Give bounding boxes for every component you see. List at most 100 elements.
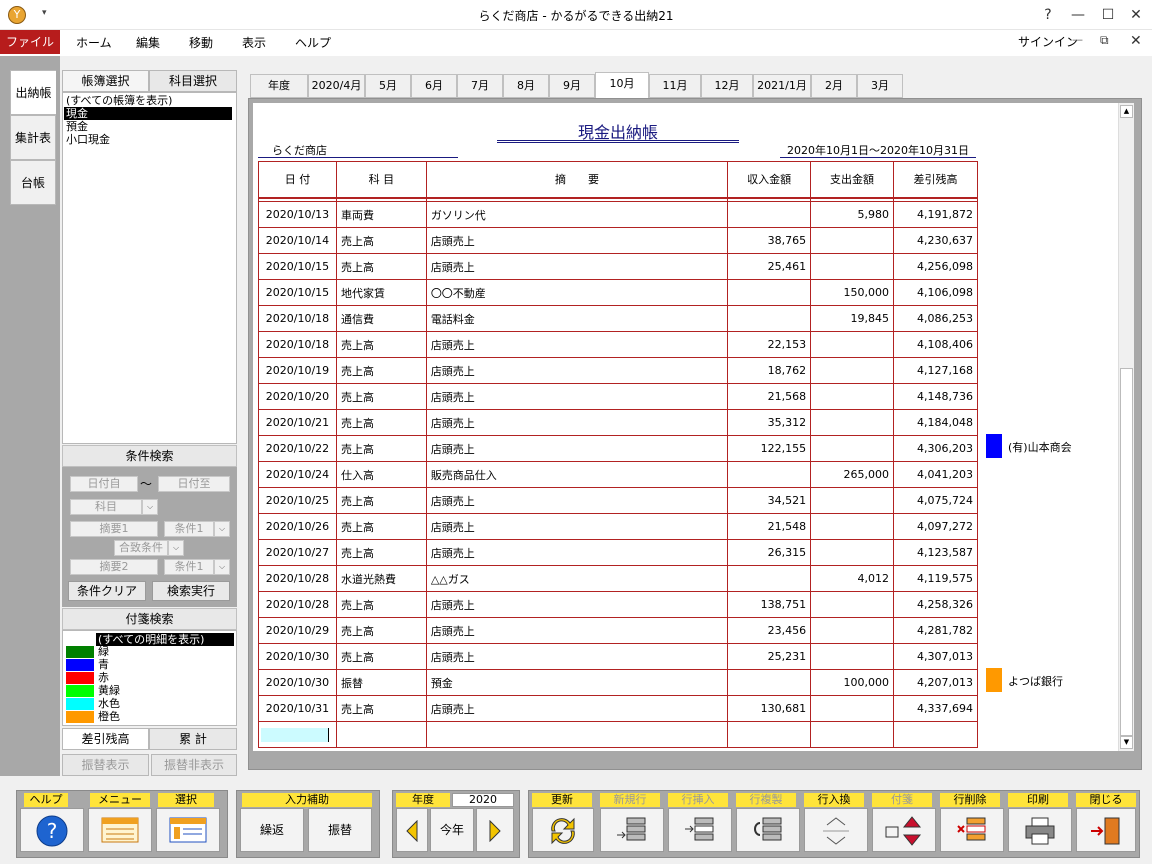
- run-search-button[interactable]: 検索実行: [152, 581, 230, 601]
- cell-date[interactable]: 2020/10/27: [258, 539, 337, 566]
- cell-expense[interactable]: [810, 617, 895, 644]
- cell-expense[interactable]: [810, 409, 895, 436]
- cell-date[interactable]: 2020/10/31: [258, 695, 337, 722]
- tab-month-6[interactable]: 9月: [549, 74, 595, 98]
- cell-balance[interactable]: 4,281,782: [893, 617, 978, 644]
- cell-balance[interactable]: 4,191,872: [893, 201, 978, 228]
- tab-month-12[interactable]: 3月: [857, 74, 903, 98]
- cell-income[interactable]: [727, 305, 812, 332]
- book-item-cash[interactable]: 現金: [64, 107, 232, 120]
- cell-expense[interactable]: [810, 383, 895, 410]
- new-entry-date-input[interactable]: [258, 721, 337, 748]
- update-button[interactable]: [532, 808, 594, 852]
- cell-account[interactable]: 売上高: [335, 253, 427, 280]
- cell-expense[interactable]: [810, 487, 895, 514]
- cell-account[interactable]: 売上高: [335, 227, 427, 254]
- cell-account[interactable]: 売上高: [335, 331, 427, 358]
- table-row[interactable]: 2020/10/18 売上高 店頭売上 22,153 4,108,406: [258, 331, 978, 358]
- table-row[interactable]: 2020/10/31 売上高 店頭売上 130,681 4,337,694: [258, 695, 978, 722]
- menu-view[interactable]: 表示: [242, 34, 266, 51]
- menu-home[interactable]: ホーム: [76, 34, 112, 51]
- cell-balance[interactable]: 4,148,736: [893, 383, 978, 410]
- cell-income[interactable]: 25,231: [727, 643, 812, 670]
- this-year-button[interactable]: 今年: [430, 808, 474, 852]
- cell-date[interactable]: 2020/10/14: [258, 227, 337, 254]
- cell-expense[interactable]: [810, 227, 895, 254]
- new-row-button[interactable]: [600, 808, 664, 852]
- book-item-petty-cash[interactable]: 小口現金: [64, 133, 232, 146]
- cell-balance[interactable]: 4,075,724: [893, 487, 978, 514]
- cell-summary[interactable]: 販売商品仕入: [425, 461, 729, 488]
- cell-date[interactable]: 2020/10/24: [258, 461, 337, 488]
- select-button[interactable]: [156, 808, 220, 852]
- cell-income[interactable]: [727, 565, 812, 592]
- cell-summary[interactable]: 店頭売上: [425, 643, 729, 670]
- table-row[interactable]: 2020/10/28 水道光熱費 △△ガス 4,012 4,119,575: [258, 565, 978, 592]
- cell-account[interactable]: 売上高: [335, 539, 427, 566]
- tab-month-8[interactable]: 11月: [649, 74, 701, 98]
- cell-summary[interactable]: 店頭売上: [425, 409, 729, 436]
- cell-summary[interactable]: 店頭売上: [425, 435, 729, 462]
- table-row[interactable]: 2020/10/15 売上高 店頭売上 25,461 4,256,098: [258, 253, 978, 280]
- menu-move[interactable]: 移動: [189, 34, 213, 51]
- cell-account[interactable]: 売上高: [335, 513, 427, 540]
- book-item-deposit[interactable]: 預金: [64, 120, 232, 133]
- clear-conditions-button[interactable]: 条件クリア: [68, 581, 146, 601]
- transfer-button[interactable]: 振替: [308, 808, 372, 852]
- cell-date[interactable]: 2020/10/13: [258, 201, 337, 228]
- new-entry-cell[interactable]: [425, 721, 729, 748]
- tab-month-0[interactable]: 年度: [250, 74, 308, 98]
- cell-balance[interactable]: 4,097,272: [893, 513, 978, 540]
- cell-income[interactable]: 38,765: [727, 227, 812, 254]
- ribbon-restore-button[interactable]: ⧉: [1100, 33, 1109, 48]
- cell-balance[interactable]: 4,106,098: [893, 279, 978, 306]
- scroll-up-icon[interactable]: ▲: [1120, 105, 1133, 118]
- delete-row-button[interactable]: [940, 808, 1004, 852]
- condition1-field[interactable]: 条件1: [164, 521, 214, 537]
- cell-date[interactable]: 2020/10/26: [258, 513, 337, 540]
- cell-summary[interactable]: 店頭売上: [425, 331, 729, 358]
- cell-expense[interactable]: 150,000: [810, 279, 895, 306]
- cell-date[interactable]: 2020/10/30: [258, 669, 337, 696]
- ribbon-close-button[interactable]: ✕: [1130, 33, 1142, 49]
- tag-item-blue[interactable]: 青: [98, 658, 109, 671]
- ribbon-minimize-button[interactable]: —: [1072, 33, 1083, 46]
- cell-balance[interactable]: 4,123,587: [893, 539, 978, 566]
- menu-edit[interactable]: 編集: [136, 34, 160, 51]
- window-maximize-button[interactable]: ☐: [1094, 4, 1122, 26]
- table-row[interactable]: 2020/10/19 売上高 店頭売上 18,762 4,127,168: [258, 357, 978, 384]
- repeat-button[interactable]: 繰返: [240, 808, 304, 852]
- tab-month-9[interactable]: 12月: [701, 74, 753, 98]
- cell-expense[interactable]: [810, 539, 895, 566]
- condition2-field[interactable]: 条件1: [164, 559, 214, 575]
- cell-balance[interactable]: 4,119,575: [893, 565, 978, 592]
- tab-month-2[interactable]: 5月: [365, 74, 411, 98]
- cell-income[interactable]: 122,155: [727, 435, 812, 462]
- tag-item-green[interactable]: 緑: [98, 645, 109, 658]
- cell-summary[interactable]: 店頭売上: [425, 383, 729, 410]
- tag-item-orange[interactable]: 橙色: [98, 710, 120, 723]
- cell-balance[interactable]: 4,127,168: [893, 357, 978, 384]
- tab-month-5[interactable]: 8月: [503, 74, 549, 98]
- cell-summary[interactable]: 店頭売上: [425, 695, 729, 722]
- cell-account[interactable]: 仕入高: [335, 461, 427, 488]
- table-row[interactable]: 2020/10/24 仕入高 販売商品仕入 265,000 4,041,203: [258, 461, 978, 488]
- cell-expense[interactable]: 100,000: [810, 669, 895, 696]
- cell-summary[interactable]: 電話料金: [425, 305, 729, 332]
- cell-account[interactable]: 地代家賃: [335, 279, 427, 306]
- cell-balance[interactable]: 4,207,013: [893, 669, 978, 696]
- table-row[interactable]: 2020/10/25 売上高 店頭売上 34,521 4,075,724: [258, 487, 978, 514]
- table-row[interactable]: 2020/10/29 売上高 店頭売上 23,456 4,281,782: [258, 617, 978, 644]
- cell-expense[interactable]: [810, 253, 895, 280]
- cell-date[interactable]: 2020/10/22: [258, 435, 337, 462]
- cell-date[interactable]: 2020/10/20: [258, 383, 337, 410]
- table-row[interactable]: 2020/10/27 売上高 店頭売上 26,315 4,123,587: [258, 539, 978, 566]
- cell-date[interactable]: 2020/10/29: [258, 617, 337, 644]
- hide-transfer-button[interactable]: 振替非表示: [151, 754, 237, 776]
- cell-expense[interactable]: [810, 591, 895, 618]
- cell-account[interactable]: 売上高: [335, 617, 427, 644]
- table-row[interactable]: 2020/10/13 車両費 ガソリン代 5,980 4,191,872: [258, 201, 978, 228]
- cell-expense[interactable]: [810, 695, 895, 722]
- cell-expense[interactable]: [810, 435, 895, 462]
- cell-balance[interactable]: 4,184,048: [893, 409, 978, 436]
